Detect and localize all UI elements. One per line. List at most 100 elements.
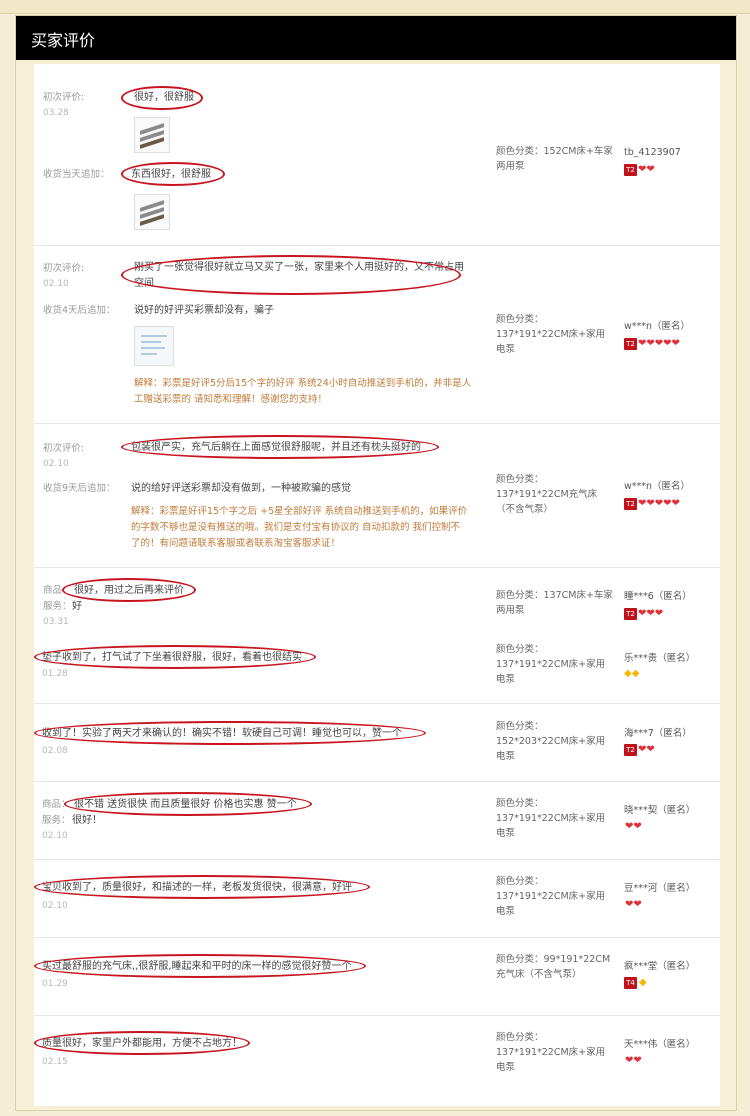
service-value: 好 — [72, 601, 82, 612]
seller-explanation: 解释：彩票是好评15个字之后 +5星全部好评 系统自动推送到手机的，如果评价的字… — [131, 506, 468, 549]
seller-explanation: 解释：彩票是好评5分后15个字的好评 系统24小时自动推送到手机的，并非是人工赠… — [134, 378, 472, 405]
heart-icon: ❤❤ — [625, 899, 642, 910]
append-review-label: 收货4天后追加： — [43, 305, 116, 316]
review-section: 买家评价 初次评价: 03.28 很好，很舒服 收货当天追加： 东西很好，很舒服… — [15, 15, 737, 1111]
append-review-text: 说的给好评送彩票却没有做到，一种被欺骗的感觉 — [131, 483, 351, 494]
reviewer-name[interactable]: w***n（匿名） — [624, 320, 690, 333]
review-item: 宝贝收到了，质量很好，和描述的一样，老板发货很快，很满意，好评 02.10 颜色… — [34, 860, 720, 938]
reviewer-name[interactable]: w***n（匿名） — [624, 480, 690, 493]
highlight-oval — [34, 721, 426, 745]
credit-badges: T2 ❤❤❤❤❤ — [624, 498, 680, 510]
review-date: 02.08 — [42, 746, 68, 756]
review-photo[interactable] — [134, 117, 170, 153]
heart-icon: ❤❤ — [625, 1055, 642, 1066]
review-date: 02.10 — [42, 901, 68, 911]
level-badge: T2 — [624, 164, 637, 176]
review-item: 质量很好，家里户外都能用，方便不占地方！ 02.15 颜色分类：137*191*… — [34, 1016, 720, 1094]
reviewer-name[interactable]: 晓***契（匿名） — [624, 804, 695, 817]
review-date: 01.28 — [42, 669, 68, 679]
highlight-oval — [34, 1031, 250, 1055]
review-item: 买过最舒服的充气床,,很舒服,睡起来和平时的床一样的感觉很好赞一个 01.29 … — [34, 938, 720, 1016]
sku-info: 颜色分类：137*191*22CM床+家用电泵 — [496, 798, 606, 839]
reviewer-name[interactable]: 乐***贵（匿名） — [624, 652, 695, 665]
review-panel-main: 初次评价: 03.28 很好，很舒服 收货当天追加： 东西很好，很舒服 颜色分类… — [34, 64, 720, 638]
review-date: 02.15 — [42, 1057, 68, 1067]
highlight-oval — [34, 954, 366, 978]
review-item: 商品： 很好，用过之后再来评价 服务： 好 03.31 颜色分类：137CM床+… — [34, 568, 720, 638]
reviewer-name[interactable]: 天***伟（匿名） — [624, 1038, 695, 1051]
service-label: 服务： — [42, 815, 71, 826]
service-value: 很好！ — [72, 815, 102, 826]
heart-icon: ❤❤❤ — [638, 608, 664, 619]
credit-badges: T4 ◆ — [624, 977, 647, 989]
review-date: 02.10 — [43, 279, 69, 289]
reviewer-name[interactable]: tb_4123907 — [624, 146, 681, 159]
sku-info: 颜色分类：152*203*22CM床+家用电泵 — [496, 721, 606, 762]
review-photo[interactable] — [134, 326, 174, 366]
credit-badges: ❤❤ — [624, 1055, 642, 1067]
review-date: 02.10 — [43, 459, 69, 469]
review-date: 03.28 — [43, 108, 69, 118]
review-item: 初次评价: 03.28 很好，很舒服 收货当天追加： 东西很好，很舒服 颜色分类… — [34, 64, 720, 246]
heart-icon: ❤❤ — [625, 821, 642, 832]
heart-icon: ❤❤❤❤❤ — [638, 338, 680, 349]
first-review-label: 初次评价: — [43, 263, 85, 274]
sku-info: 颜色分类：137*191*22CM床+家用电泵 — [496, 644, 606, 685]
review-item: 初次评价: 02.10 刚买了一张觉得很好就立马又买了一张，家里来个人用挺好的，… — [34, 246, 720, 424]
heart-icon: ❤❤ — [638, 164, 655, 175]
sku-info: 颜色分类：152CM床+车家两用泵 — [496, 146, 613, 172]
highlight-oval — [121, 86, 203, 110]
highlight-oval — [34, 875, 370, 899]
reviewer-name[interactable]: 豆***河（匿名） — [624, 882, 695, 895]
highlight-oval — [62, 578, 196, 602]
append-review-label: 收货当天追加： — [43, 169, 110, 180]
level-badge: T2 — [624, 498, 637, 510]
reviewer-name[interactable]: 疯***堂（匿名） — [624, 960, 695, 973]
sku-info: 颜色分类：137*191*22CM床+家用电泵 — [496, 876, 606, 917]
diamond-icon: ◆ — [639, 977, 647, 988]
review-photo[interactable] — [134, 194, 170, 230]
append-review-text: 说好的好评买彩票却没有，骗子 — [134, 305, 274, 316]
review-date: 01.29 — [42, 979, 68, 989]
sku-info: 颜色分类：137*191*22CM床+家用电泵 — [496, 314, 606, 355]
highlight-oval — [64, 792, 312, 816]
credit-badges: ❤❤ — [624, 899, 642, 911]
level-badge: T4 — [624, 977, 637, 989]
credit-badges: T2 ❤❤❤❤❤ — [624, 338, 680, 350]
sku-info: 颜色分类：137*191*22CM充气床（不含气泵） — [496, 474, 598, 515]
top-strip — [0, 0, 750, 14]
highlight-oval — [34, 645, 316, 669]
level-badge: T2 — [624, 608, 637, 620]
diamond-icon: ◆◆ — [624, 668, 640, 679]
highlight-oval — [121, 435, 439, 459]
review-date: 03.31 — [43, 617, 69, 627]
heart-icon: ❤❤❤❤❤ — [638, 498, 680, 509]
review-item: 垫子收到了，打气试了下坐着很舒服，很好，看着也很结实 01.28 颜色分类：13… — [34, 636, 720, 704]
credit-badges: T2 ❤❤ — [624, 164, 655, 176]
reviewer-name[interactable]: 瞳***6（匿名） — [624, 590, 692, 603]
review-item: 收到了！实验了两天才来确认的！确实不错！软硬自己可调！睡觉也可以，赞一个 02.… — [34, 704, 720, 782]
highlight-oval — [121, 162, 225, 186]
credit-badges: ❤❤ — [624, 821, 642, 833]
sku-info: 颜色分类：137*191*22CM床+家用电泵 — [496, 1032, 606, 1073]
section-header: 买家评价 — [16, 16, 736, 60]
section-title: 买家评价 — [31, 31, 96, 50]
first-review-label: 初次评价: — [43, 92, 85, 103]
sku-info: 颜色分类：137CM床+车家两用泵 — [496, 590, 613, 616]
first-review-label: 初次评价: — [43, 443, 85, 454]
service-label: 服务： — [43, 601, 72, 612]
review-date: 02.10 — [42, 831, 68, 841]
heart-icon: ❤❤ — [638, 744, 655, 755]
level-badge: T2 — [624, 338, 637, 350]
highlight-oval — [121, 255, 461, 295]
review-item: 初次评价: 02.10 包装很严实，充气后躺在上面感觉很舒服呢，并且还有枕头挺好… — [34, 424, 720, 568]
review-item: 商品： 很不错 送货很快 而且质量很好 价格也实惠 赞一个 服务： 很好！ 02… — [34, 782, 720, 860]
credit-badges: T2 ❤❤❤ — [624, 608, 663, 620]
append-review-label: 收货9天后追加： — [43, 483, 116, 494]
sku-info: 颜色分类：99*191*22CM充气床（不含气泵） — [496, 954, 611, 980]
review-panel-more: 垫子收到了，打气试了下坐着很舒服，很好，看着也很结实 01.28 颜色分类：13… — [34, 636, 720, 1106]
credit-badges: ◆◆ — [624, 668, 639, 680]
reviewer-name[interactable]: 海***7（匿名） — [624, 727, 692, 740]
credit-badges: T2 ❤❤ — [624, 744, 655, 756]
level-badge: T2 — [624, 744, 637, 756]
